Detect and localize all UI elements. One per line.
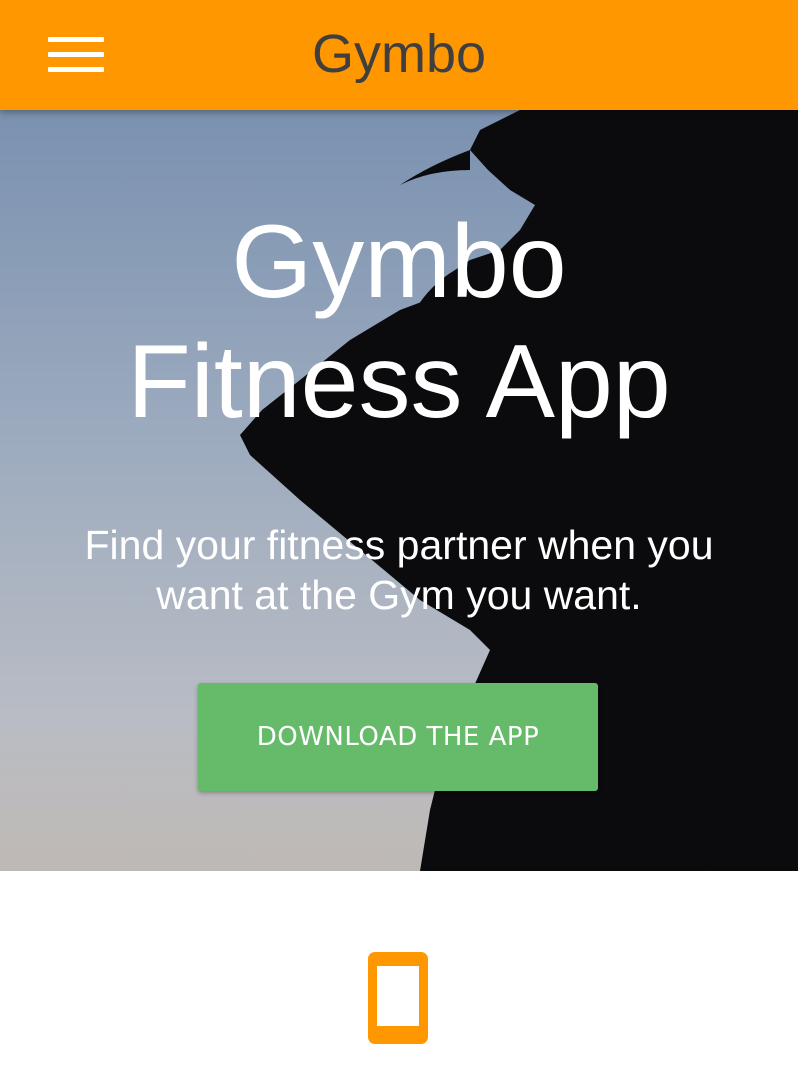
hero-title-line2: Fitness App (127, 324, 671, 440)
navbar: Gymbo (0, 0, 798, 110)
features-section (0, 871, 798, 1075)
download-app-button[interactable]: DOWNLOAD THE APP (198, 683, 598, 791)
hamburger-menu-icon (48, 37, 104, 42)
brand-logo[interactable]: Gymbo (312, 24, 486, 84)
hero-subtitle: Find your fitness partner when you want … (84, 522, 714, 618)
hero-title: Gymbo Fitness App (0, 202, 798, 442)
smartphone-icon (368, 952, 428, 1044)
hamburger-menu-icon-bottom (48, 67, 104, 72)
brand-logo-container: Gymbo (0, 0, 798, 110)
hamburger-menu-icon-middle (48, 52, 104, 57)
hero-title-line1: Gymbo (231, 204, 567, 320)
menu-button[interactable] (40, 28, 110, 82)
hero-section: Gymbo Fitness App Find your fitness part… (0, 110, 798, 871)
